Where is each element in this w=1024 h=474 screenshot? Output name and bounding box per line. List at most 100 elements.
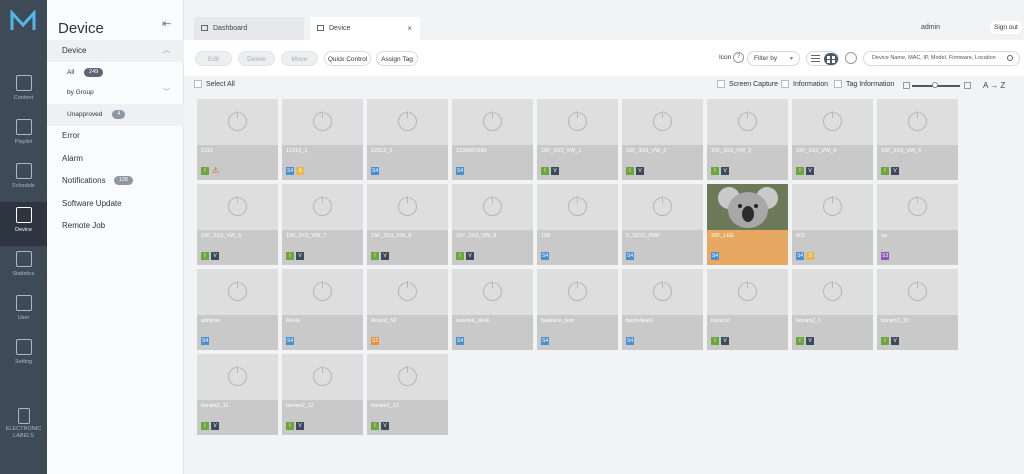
device-thumbnail — [197, 184, 278, 230]
device-thumbnail — [537, 269, 618, 315]
device-card[interactable]: bayle4park S4 — [622, 269, 703, 350]
device-card[interactable]: abhinav S4 — [197, 269, 278, 350]
device-name: 15F_3X3_VW_4 — [796, 148, 837, 154]
device-card[interactable]: 198 S4 — [537, 184, 618, 265]
device-type-badge: ⚠ — [212, 166, 220, 175]
filter-unapproved[interactable]: Unapproved 4 — [47, 104, 184, 126]
device-group-toggle[interactable]: Device ︿ — [47, 40, 184, 62]
tag-information-checkbox[interactable] — [834, 80, 842, 88]
device-card[interactable]: 15F_3X3_VW_2 I V — [622, 99, 703, 180]
device-card[interactable]: avishek_desk S4 — [452, 269, 533, 350]
device-card[interactable]: boram2_13 I V — [367, 354, 448, 435]
rail-item-device[interactable]: Device — [0, 202, 47, 246]
filter-remote-job[interactable]: Remote Job — [47, 215, 184, 237]
screen-capture-checkbox[interactable] — [717, 80, 725, 88]
device-search-input[interactable]: Device Name, MAC, IP, Model, Firmware, L… — [863, 51, 1020, 66]
sort-order-toggle[interactable]: A → Z — [983, 81, 1005, 90]
device-card[interactable]: boram2 I V — [707, 269, 788, 350]
close-tab-icon[interactable]: × — [407, 17, 412, 40]
delete-button[interactable]: Delete — [238, 51, 275, 66]
device-card[interactable]: 2_S2S3_PMF S4 — [622, 184, 703, 265]
filter-software-update[interactable]: Software Update — [47, 193, 184, 215]
device-tags: IV — [201, 252, 221, 261]
by-group-toggle[interactable]: by Group ﹀ — [47, 82, 184, 104]
collapse-panel-icon[interactable]: ⇤ — [162, 17, 171, 30]
device-type-badge: S — [296, 167, 305, 175]
device-card[interactable]: bakkane_test S4 — [537, 269, 618, 350]
device-card[interactable]: 15F_3X3_VW_4 I V — [792, 99, 873, 180]
device-card[interactable]: 15F_3X3_VW_8 I V — [367, 184, 448, 265]
select-all-checkbox[interactable] — [194, 80, 202, 88]
rail-item-setting[interactable]: Setting — [0, 334, 47, 378]
device-type-badge: V — [296, 422, 304, 430]
rail-item-electronic-labels[interactable]: ELECTRONIC LABELS — [0, 403, 47, 449]
device-card[interactable]: 20F_LEE S4 — [707, 184, 788, 265]
settings-gear-icon[interactable] — [845, 52, 857, 64]
device-card[interactable]: 15F_3X3_VW_3 I V — [707, 99, 788, 180]
device-card[interactable]: 15F_3X3_VW_7 I V — [282, 184, 363, 265]
device-name: bayle4park — [626, 318, 653, 324]
device-name: Anand_S2 — [371, 318, 397, 324]
device-type-badge: S4 — [541, 252, 550, 260]
power-icon — [313, 196, 332, 216]
device-thumbnail — [622, 184, 703, 230]
quick-control-button[interactable]: Quick Control — [324, 51, 371, 66]
device-tags: IV — [371, 422, 391, 431]
device-type-badge: V — [636, 167, 644, 175]
device-card[interactable]: boram2_10 I V — [877, 269, 958, 350]
device-card[interactable]: 1221 I ⚠ — [197, 99, 278, 180]
rail-item-content[interactable]: Content — [0, 70, 47, 114]
tab-dashboard[interactable]: Dashboard — [194, 17, 304, 40]
search-icon[interactable] — [1007, 55, 1013, 61]
device-toolbar: Edit Delete Move Quick Control Assign Ta… — [184, 40, 1024, 76]
filter-notifications[interactable]: Notifications 128 — [47, 170, 184, 192]
device-card[interactable]: 12312_1 S4 S — [282, 99, 363, 180]
device-card[interactable]: Akula S4 — [282, 269, 363, 350]
device-type-badge: S4 — [626, 337, 635, 345]
edit-button[interactable]: Edit — [195, 51, 232, 66]
device-tags: S4 — [456, 167, 466, 176]
rail-item-statistics[interactable]: Statistics — [0, 246, 47, 290]
device-icon — [15, 207, 32, 223]
device-type-badge: V — [211, 252, 219, 260]
help-icon[interactable]: ? — [733, 52, 744, 63]
grid-view-icon[interactable] — [824, 53, 838, 65]
view-toggle[interactable] — [806, 51, 839, 66]
filter-alarm[interactable]: Alarm — [47, 148, 184, 170]
rail-item-playlist[interactable]: Playlist — [0, 114, 47, 158]
power-icon — [398, 366, 417, 386]
user-name[interactable]: admin — [921, 24, 940, 31]
thumbnail-size-slider[interactable] — [912, 82, 960, 88]
software-update-label: Software Update — [62, 199, 122, 208]
device-card[interactable]: 1234567689 S4 — [452, 99, 533, 180]
device-card[interactable]: 602 S4 S — [792, 184, 873, 265]
device-card[interactable]: aa S3 — [877, 184, 958, 265]
sign-out-button[interactable]: Sign out — [990, 21, 1022, 34]
device-card[interactable]: boram2_12 I V — [282, 354, 363, 435]
list-view-icon[interactable] — [811, 55, 820, 63]
device-card[interactable]: 12312_2 S4 — [367, 99, 448, 180]
device-card[interactable]: boram2_11 I V — [197, 354, 278, 435]
slider-knob[interactable] — [932, 82, 938, 88]
device-name: 602 — [796, 233, 806, 239]
small-grid-icon — [903, 82, 910, 89]
power-icon — [228, 366, 247, 386]
information-checkbox[interactable] — [781, 80, 789, 88]
device-tags: S4 — [626, 252, 636, 261]
tab-device[interactable]: Device × — [310, 17, 420, 40]
move-button[interactable]: Move — [281, 51, 318, 66]
device-card[interactable]: 15F_3X3_VW_9 I V — [452, 184, 533, 265]
rail-item-user[interactable]: User — [0, 290, 47, 334]
device-card[interactable]: 15F_3X3_VW_5 I V — [877, 99, 958, 180]
filter-by-dropdown[interactable]: Filter by ▼ — [747, 51, 800, 66]
rail-item-schedule[interactable]: Schedule — [0, 158, 47, 202]
device-card[interactable]: 15F_3X3_VW_1 I V — [537, 99, 618, 180]
device-card[interactable]: 15F_3X3_VW_6 I V — [197, 184, 278, 265]
device-card[interactable]: Anand_S2 S2 — [367, 269, 448, 350]
filter-all[interactable]: All 249 — [47, 62, 184, 84]
device-thumbnail — [792, 269, 873, 315]
device-tags: IV — [201, 422, 221, 431]
device-card[interactable]: boram2_1 I V — [792, 269, 873, 350]
filter-error[interactable]: Error — [47, 125, 184, 147]
assign-tag-button[interactable]: Assign Tag — [376, 51, 418, 66]
